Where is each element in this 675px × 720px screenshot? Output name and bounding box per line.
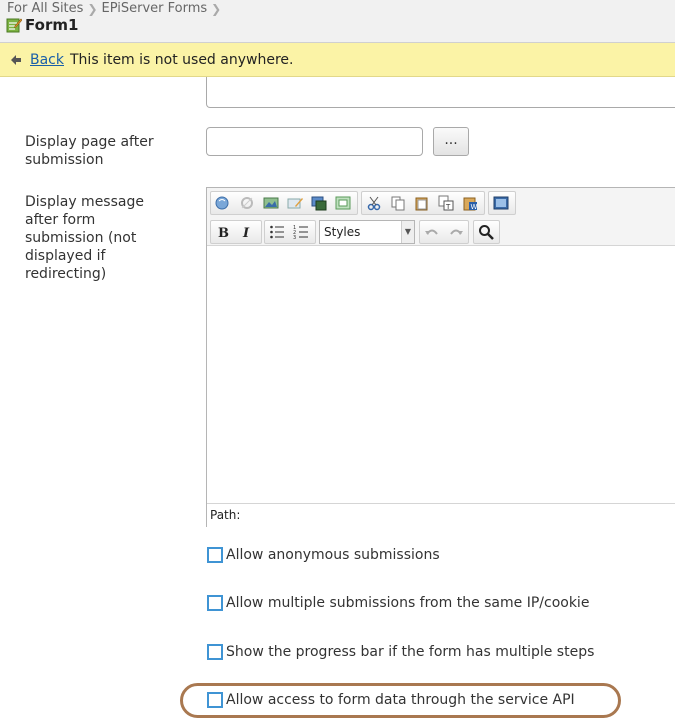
arrow-left-icon <box>11 54 21 65</box>
numbered-list-icon[interactable]: 123 <box>289 221 313 243</box>
toolbar-group-search <box>473 220 500 244</box>
fullscreen-icon[interactable] <box>489 192 513 214</box>
rich-text-editor: T W B I 123 Styles ▼ Path: <box>206 187 675 527</box>
checkbox-label: Allow anonymous submissions <box>226 547 440 563</box>
toolbar-group-fullscreen <box>488 191 516 215</box>
page-title: Form1 <box>25 16 79 34</box>
search-icon[interactable] <box>474 221 498 243</box>
toolbar-group-insert <box>210 191 358 215</box>
edit-image-icon[interactable] <box>283 192 307 214</box>
svg-text:I: I <box>242 226 250 240</box>
notice-message: This item is not used anywhere. <box>70 51 294 68</box>
toolbar-group-format: B I <box>210 220 262 244</box>
display-page-input[interactable] <box>206 127 423 156</box>
svg-text:T: T <box>445 203 451 211</box>
checkbox-label: Allow multiple submissions from the same… <box>226 595 590 611</box>
insert-link-icon[interactable] <box>211 192 235 214</box>
description-textarea[interactable] <box>206 77 675 108</box>
paste-icon[interactable] <box>410 192 434 214</box>
editor-content-area[interactable] <box>207 246 675 503</box>
styles-dropdown[interactable]: Styles ▼ <box>319 220 415 244</box>
chevron-right-icon: ❯ <box>211 1 222 16</box>
insert-image-icon[interactable] <box>259 192 283 214</box>
redo-icon[interactable] <box>444 221 468 243</box>
chevron-down-icon: ▼ <box>401 221 414 243</box>
italic-icon[interactable]: I <box>235 221 259 243</box>
unlink-icon[interactable] <box>235 192 259 214</box>
toolbar-group-history <box>419 220 469 244</box>
copy-icon[interactable] <box>386 192 410 214</box>
display-message-label: Display message after form submission (n… <box>25 194 144 282</box>
path-label: Path: <box>210 508 241 522</box>
back-link[interactable]: Back <box>30 52 64 68</box>
form-icon <box>6 18 22 33</box>
paste-text-icon[interactable]: T <box>434 192 458 214</box>
checkbox[interactable] <box>207 595 223 611</box>
notice-bar: Back This item is not used anywhere. <box>0 43 675 77</box>
bullet-list-icon[interactable] <box>265 221 289 243</box>
editor-path-bar: Path: <box>207 503 675 527</box>
breadcrumb: For All Sites ❯ EPiServer Forms ❯ <box>7 1 225 16</box>
svg-text:B: B <box>218 226 229 240</box>
checkbox-allow-multiple[interactable]: Allow multiple submissions from the same… <box>207 595 589 611</box>
toolbar-group-lists: 123 <box>264 220 316 244</box>
checkbox-allow-anonymous[interactable]: Allow anonymous submissions <box>207 547 440 563</box>
cut-icon[interactable] <box>362 192 386 214</box>
chevron-right-icon: ❯ <box>87 1 98 16</box>
insert-media-icon[interactable] <box>307 192 331 214</box>
svg-text:W: W <box>471 203 478 211</box>
checkbox[interactable] <box>207 547 223 563</box>
checkbox[interactable] <box>207 644 223 660</box>
browse-button[interactable]: ... <box>433 127 469 156</box>
breadcrumb-item-sites[interactable]: For All Sites <box>7 1 83 16</box>
editor-toolbar: T W B I 123 Styles ▼ <box>207 188 675 246</box>
toolbar-group-clipboard: T W <box>361 191 485 215</box>
breadcrumb-item-forms[interactable]: EPiServer Forms <box>102 1 208 16</box>
styles-dropdown-value: Styles <box>324 225 361 239</box>
bold-icon[interactable]: B <box>211 221 235 243</box>
highlight-outline <box>180 683 621 718</box>
insert-block-icon[interactable] <box>331 192 355 214</box>
display-page-label: Display page after submission <box>25 134 154 168</box>
title-row: Form1 <box>6 16 78 34</box>
paste-word-icon[interactable]: W <box>458 192 482 214</box>
checkbox-show-progress[interactable]: Show the progress bar if the form has mu… <box>207 644 594 660</box>
checkbox-label: Show the progress bar if the form has mu… <box>226 644 595 660</box>
svg-text:3: 3 <box>293 235 296 240</box>
undo-icon[interactable] <box>420 221 444 243</box>
page-header: For All Sites ❯ EPiServer Forms ❯ Form1 <box>0 0 675 43</box>
